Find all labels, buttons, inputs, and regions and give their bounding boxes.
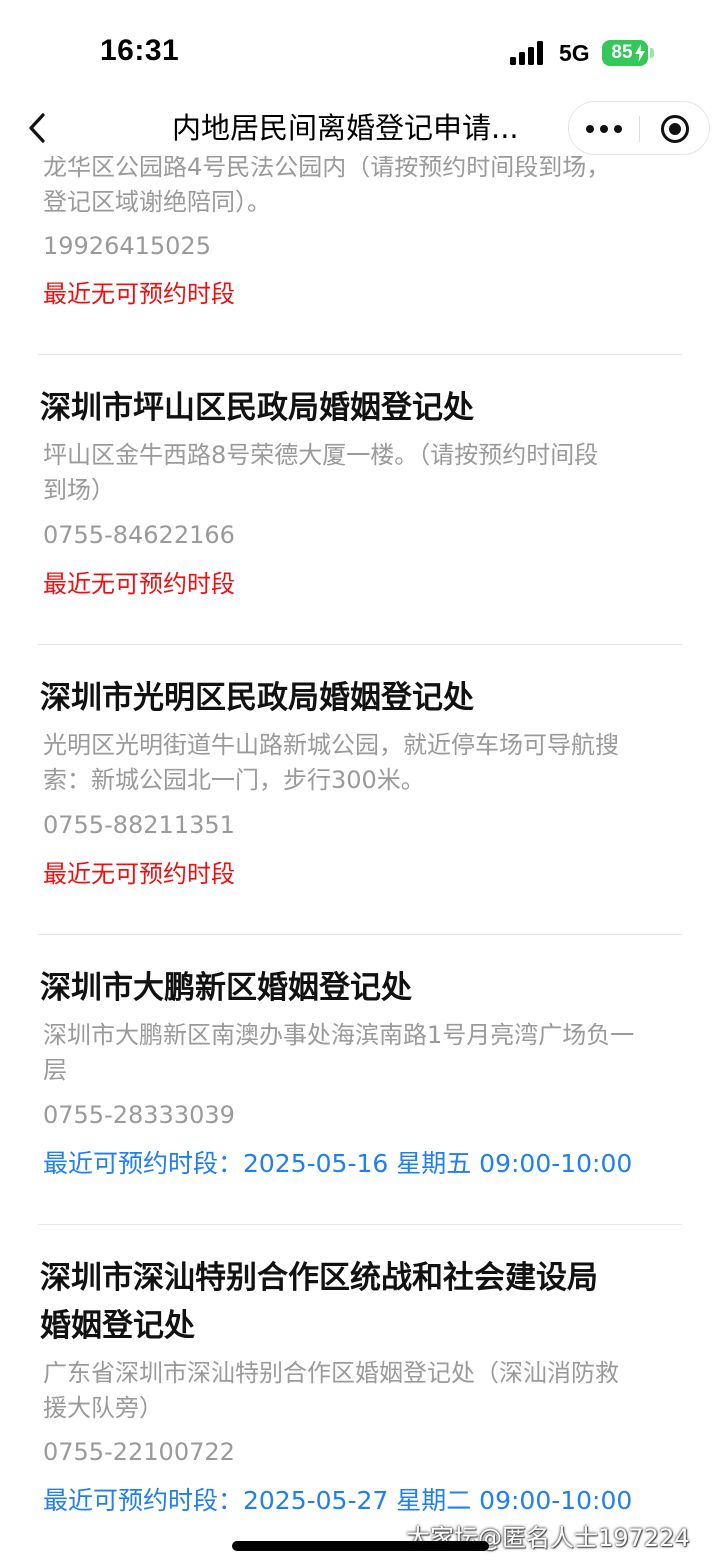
- office-phone[interactable]: 0755-28333039: [43, 1098, 683, 1133]
- back-chevron-icon: [29, 113, 45, 143]
- office-address-line: 深圳市大鹏新区南澳办事处海滨南路1号月亮湾广场负一: [43, 1021, 635, 1049]
- office-address-line: 援大队旁）: [43, 1394, 163, 1422]
- capsule-menu: [568, 101, 710, 155]
- availability-status: 最近无可预约时段: [43, 570, 235, 598]
- close-mini-program-button[interactable]: [640, 102, 710, 156]
- office-address-line: 到场）: [43, 476, 115, 504]
- availability-status: 最近无可预约时段: [43, 280, 235, 308]
- office-name: 深圳市深汕特别合作区统战和社会建设局: [40, 1260, 598, 1296]
- office-phone[interactable]: 0755-88211351: [43, 808, 683, 843]
- office-name: 深圳市坪山区民政局婚姻登记处: [40, 390, 474, 426]
- mini-program-nav-bar: 内地居民间离婚登记申请...: [0, 100, 720, 156]
- office-address-line: 广东省深圳市深汕特别合作区婚姻登记处（深汕消防救: [43, 1359, 619, 1387]
- office-address-line: 光明区光明街道牛山路新城公园，就近停车场可导航搜: [43, 731, 619, 759]
- office-name: 深圳市大鹏新区婚姻登记处: [40, 970, 412, 1006]
- divider: [38, 644, 682, 645]
- office-address-line: 坪山区金牛西路8号荣德大厦一楼。（请按预约时间段: [43, 441, 599, 469]
- office-phone[interactable]: 0755-22100722: [43, 1435, 683, 1470]
- office-address-line: 层: [43, 1056, 67, 1084]
- office-address-line: 登记区域谢绝陪同）。: [43, 188, 271, 216]
- divider: [38, 1224, 682, 1225]
- divider: [38, 934, 682, 935]
- more-dots-icon: [586, 125, 594, 133]
- office-name: 深圳市光明区民政局婚姻登记处: [40, 680, 474, 716]
- office-phone[interactable]: 19926415025: [43, 229, 683, 264]
- back-button[interactable]: [22, 108, 58, 148]
- office-address-line: 索：新城公园北一门，步行300米。: [43, 766, 425, 794]
- divider: [38, 354, 682, 355]
- office-list: 龙华区公园路4号民法公园内（请按预约时间段到场， 登记区域谢绝陪同）。 1992…: [0, 0, 720, 1564]
- office-phone[interactable]: 0755-84622166: [43, 518, 683, 553]
- more-button[interactable]: [569, 102, 639, 156]
- available-slot-link[interactable]: 最近可预约时段：2025-05-27 星期二 09:00-10:00: [43, 1486, 683, 1516]
- office-name: 婚姻登记处: [40, 1308, 195, 1344]
- home-indicator[interactable]: [232, 1541, 489, 1551]
- available-slot-link[interactable]: 最近可预约时段：2025-05-16 星期五 09:00-10:00: [43, 1149, 683, 1179]
- availability-status: 最近无可预约时段: [43, 860, 235, 888]
- page-title: 内地居民间离婚登记申请...: [172, 111, 519, 145]
